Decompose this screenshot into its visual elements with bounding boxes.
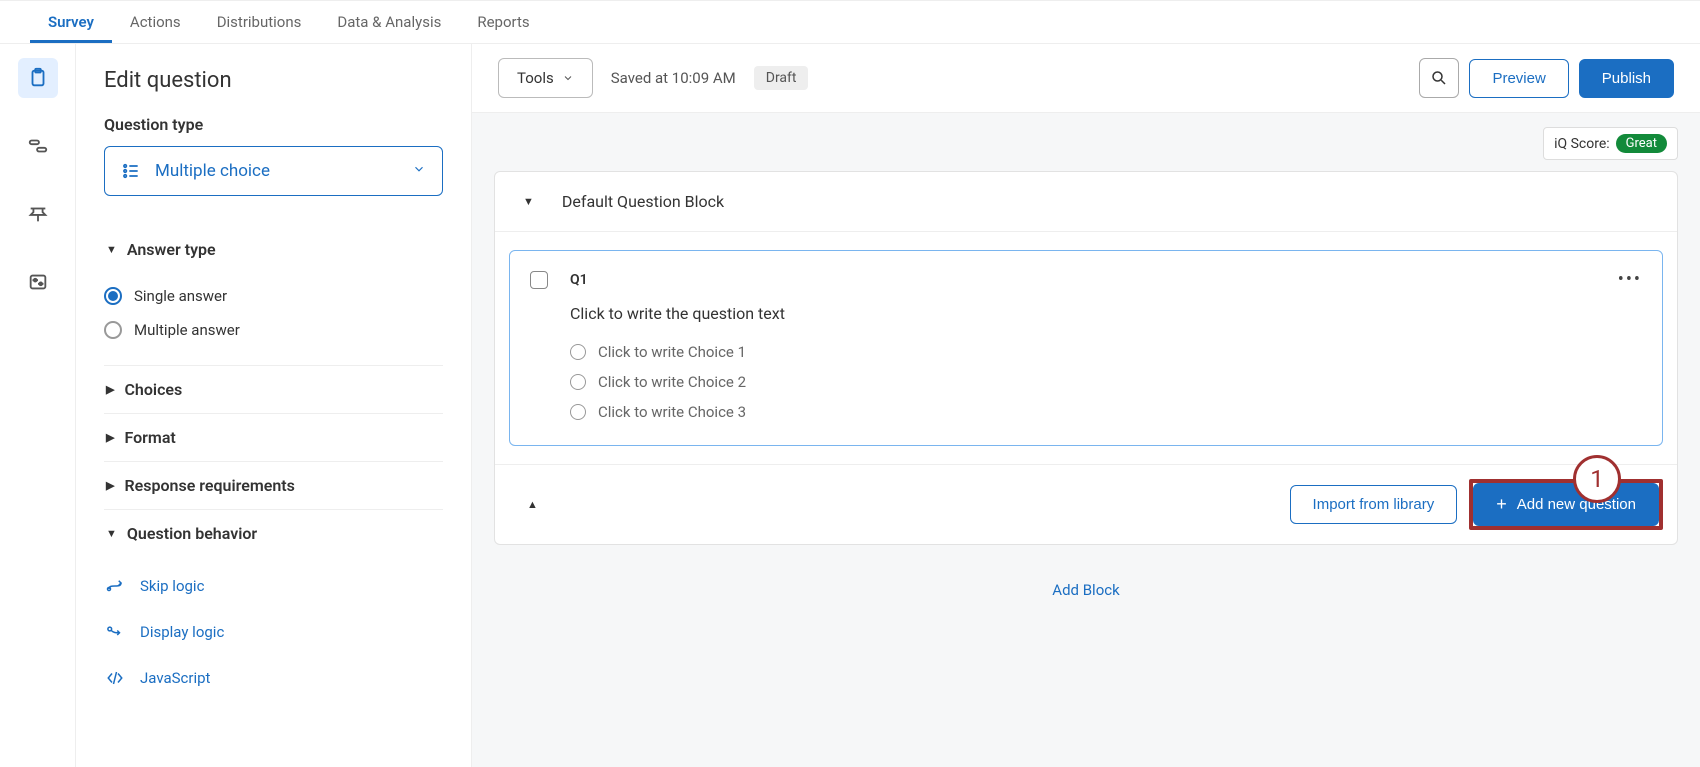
display-logic-icon: [104, 623, 126, 641]
question-block: ▼ Default Question Block Q1 ••• Click to…: [494, 171, 1678, 545]
tab-actions[interactable]: Actions: [112, 1, 199, 43]
plus-icon: +: [1496, 494, 1507, 515]
section-response-req[interactable]: ▶ Response requirements: [104, 461, 443, 509]
rail-look-icon[interactable]: [18, 194, 58, 234]
section-answer-type[interactable]: ▼ Answer type: [104, 226, 443, 273]
search-icon: [1430, 69, 1448, 87]
triangle-right-icon: ▶: [106, 383, 114, 396]
rail-options-icon[interactable]: [18, 262, 58, 302]
radio-icon: [570, 344, 586, 360]
tab-data-analysis[interactable]: Data & Analysis: [319, 1, 459, 43]
annotation-number: 1: [1573, 455, 1621, 503]
more-icon[interactable]: •••: [1618, 269, 1642, 290]
block-title[interactable]: Default Question Block: [562, 192, 724, 211]
code-icon: [104, 669, 126, 687]
behavior-display-logic[interactable]: Display logic: [104, 609, 443, 655]
answer-type-multiple[interactable]: Multiple answer: [104, 313, 443, 347]
add-question-button[interactable]: + Add new question: [1473, 483, 1659, 526]
rail-builder-icon[interactable]: [18, 58, 58, 98]
section-format[interactable]: ▶ Format: [104, 413, 443, 461]
iq-score-pill[interactable]: iQ Score: Great: [1543, 127, 1678, 160]
qtype-select[interactable]: Multiple choice: [104, 146, 443, 196]
tab-survey[interactable]: Survey: [30, 1, 112, 43]
choice-row[interactable]: Click to write Choice 1: [570, 337, 1642, 367]
toolbar: Tools Saved at 10:09 AM Draft Preview Pu…: [472, 44, 1700, 113]
edit-panel: Edit question Question type Multiple cho…: [76, 44, 472, 767]
iq-badge: Great: [1616, 134, 1667, 153]
rail-flow-icon[interactable]: [18, 126, 58, 166]
tab-distributions[interactable]: Distributions: [199, 1, 320, 43]
triangle-down-icon[interactable]: ▼: [523, 195, 534, 208]
radio-icon: [570, 404, 586, 420]
skip-logic-icon: [104, 577, 126, 595]
tools-button[interactable]: Tools: [498, 58, 593, 98]
behavior-javascript[interactable]: JavaScript: [104, 655, 443, 701]
qtype-label: Question type: [104, 115, 443, 134]
question-card[interactable]: Q1 ••• Click to write the question text …: [509, 250, 1663, 446]
chevron-down-icon: [412, 162, 426, 180]
import-library-button[interactable]: Import from library: [1290, 485, 1458, 524]
preview-button[interactable]: Preview: [1469, 59, 1568, 98]
tab-reports[interactable]: Reports: [459, 1, 547, 43]
saved-text: Saved at 10:09 AM: [611, 69, 736, 87]
chevron-down-icon: [562, 72, 574, 84]
main-area: Tools Saved at 10:09 AM Draft Preview Pu…: [472, 44, 1700, 767]
behavior-skip-logic[interactable]: Skip logic: [104, 563, 443, 609]
answer-type-single[interactable]: Single answer: [104, 279, 443, 313]
triangle-up-icon[interactable]: ▲: [527, 498, 538, 511]
question-number: Q1: [570, 272, 588, 288]
question-checkbox[interactable]: [530, 271, 548, 289]
publish-button[interactable]: Publish: [1579, 59, 1674, 98]
choice-row[interactable]: Click to write Choice 3: [570, 397, 1642, 427]
status-pill: Draft: [754, 66, 809, 90]
top-tabs: Survey Actions Distributions Data & Anal…: [0, 0, 1700, 44]
section-choices[interactable]: ▶ Choices: [104, 365, 443, 413]
icon-rail: [0, 44, 76, 767]
add-block-button[interactable]: Add Block: [472, 563, 1700, 617]
triangle-down-icon: ▼: [106, 527, 117, 540]
panel-title: Edit question: [104, 68, 443, 93]
list-icon: [121, 161, 141, 181]
section-behavior[interactable]: ▼ Question behavior: [104, 509, 443, 557]
choice-row[interactable]: Click to write Choice 2: [570, 367, 1642, 397]
triangle-right-icon: ▶: [106, 431, 114, 444]
question-text[interactable]: Click to write the question text: [570, 304, 1642, 323]
qtype-value: Multiple choice: [155, 161, 270, 181]
triangle-down-icon: ▼: [106, 243, 117, 256]
annotation-highlight: 1 + Add new question: [1469, 479, 1663, 530]
search-button[interactable]: [1419, 58, 1459, 98]
triangle-right-icon: ▶: [106, 479, 114, 492]
radio-icon: [570, 374, 586, 390]
